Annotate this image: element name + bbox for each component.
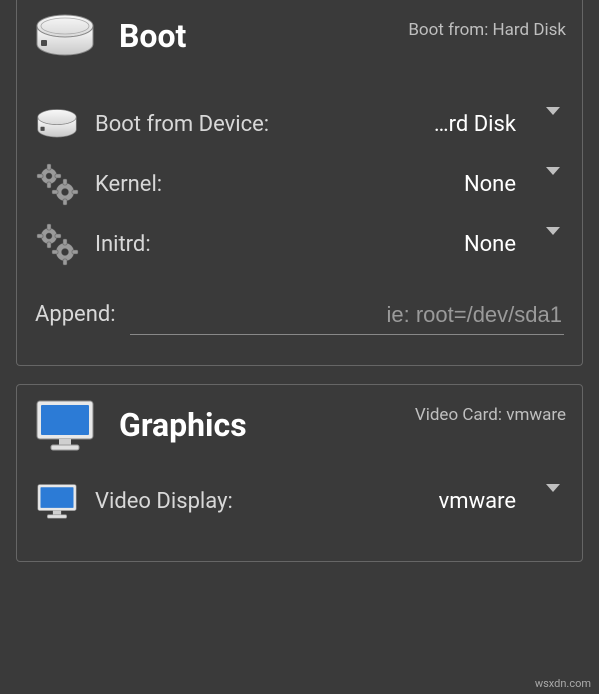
video-display-label: Video Display: bbox=[95, 489, 233, 514]
graphics-subtitle: Video Card: vmware bbox=[415, 405, 566, 425]
kernel-row[interactable]: Kernel: None bbox=[33, 154, 566, 214]
kernel-value: None bbox=[464, 172, 516, 197]
initrd-value: None bbox=[464, 232, 516, 257]
kernel-label: Kernel: bbox=[95, 172, 162, 197]
chevron-down-icon bbox=[546, 492, 560, 511]
gears-icon bbox=[33, 222, 81, 266]
boot-header: Boot Boot from: Hard Disk bbox=[33, 12, 566, 60]
chevron-down-icon bbox=[546, 175, 560, 194]
initrd-row[interactable]: Initrd: None bbox=[33, 214, 566, 274]
video-display-value: vmware bbox=[439, 489, 516, 514]
graphics-title: Graphics bbox=[119, 406, 247, 444]
graphics-header: Graphics Video Card: vmware bbox=[33, 397, 566, 453]
append-input[interactable] bbox=[130, 296, 564, 335]
monitor-icon bbox=[33, 481, 81, 521]
boot-from-device-row[interactable]: Boot from Device: …rd Disk bbox=[33, 94, 566, 154]
gears-icon bbox=[33, 162, 81, 206]
boot-device-label: Boot from Device: bbox=[95, 112, 269, 137]
video-display-row[interactable]: Video Display: vmware bbox=[33, 471, 566, 531]
append-label: Append: bbox=[35, 302, 116, 335]
initrd-label: Initrd: bbox=[95, 232, 151, 257]
boot-title: Boot bbox=[119, 17, 186, 55]
graphics-section: Graphics Video Card: vmware Video Displa… bbox=[16, 384, 583, 562]
chevron-down-icon bbox=[546, 235, 560, 254]
hard-disk-icon bbox=[33, 107, 81, 141]
watermark: wsxdn.com bbox=[535, 677, 591, 690]
boot-subtitle: Boot from: Hard Disk bbox=[408, 20, 566, 40]
hard-disk-icon bbox=[33, 12, 97, 60]
chevron-down-icon bbox=[546, 115, 560, 134]
boot-device-value: …rd Disk bbox=[434, 112, 516, 137]
append-row: Append: bbox=[33, 296, 566, 335]
boot-section: Boot Boot from: Hard Disk Boot from Devi… bbox=[16, 0, 583, 366]
monitor-icon bbox=[33, 397, 97, 453]
